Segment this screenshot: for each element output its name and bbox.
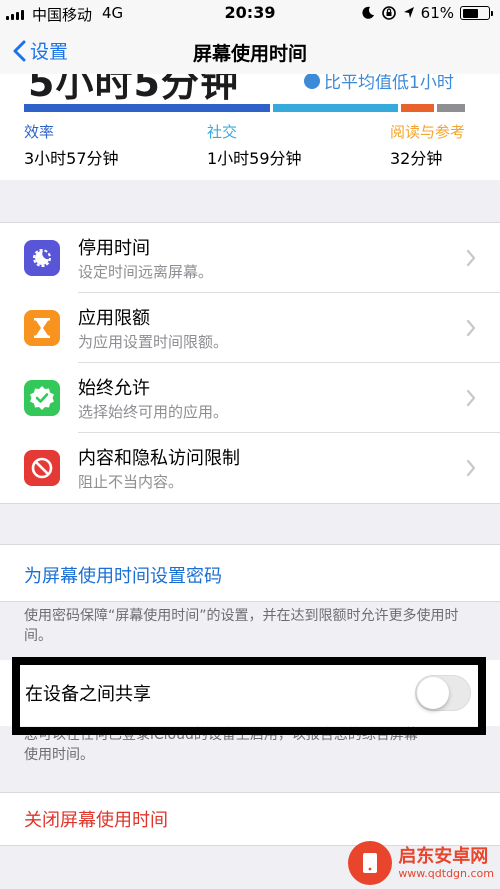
location-arrow-icon bbox=[403, 7, 414, 18]
no-entry-icon bbox=[24, 450, 60, 486]
usage-bar-segment bbox=[437, 104, 466, 112]
settings-item-content-privacy[interactable]: 内容和隐私访问限制 阻止不当内容。 bbox=[0, 433, 500, 503]
settings-item-title: 应用限额 bbox=[78, 308, 150, 329]
chevron-right-icon bbox=[466, 459, 476, 477]
settings-item-title: 始终允许 bbox=[78, 378, 150, 399]
settings-item-app-limits[interactable]: 应用限额 为应用设置时间限额。 bbox=[0, 293, 500, 363]
chevron-right-icon bbox=[466, 389, 476, 407]
average-comparison: 比平均值低1小时 bbox=[304, 74, 454, 93]
daily-total-headline: 5小时5分钟 bbox=[28, 74, 239, 105]
usage-summary[interactable]: 5小时5分钟 比平均值低1小时 效率 3小时57分钟 社交 1小时59分钟 阅读… bbox=[0, 74, 500, 180]
settings-item-subtitle: 选择始终可用的应用。 bbox=[78, 403, 229, 421]
share-across-devices-toggle[interactable] bbox=[415, 675, 471, 711]
downtime-icon bbox=[24, 240, 60, 276]
watermark-text: 启东安卓网 www.qdtdgn.com bbox=[398, 845, 494, 880]
category-value-reading: 32分钟 bbox=[390, 149, 443, 168]
settings-item-always-allowed[interactable]: 始终允许 选择始终可用的应用。 bbox=[0, 363, 500, 433]
page-title: 屏幕使用时间 bbox=[192, 43, 307, 65]
share-footnote-line2: 使用时间。 bbox=[24, 747, 94, 763]
category-label-reading: 阅读与参考 bbox=[390, 123, 466, 141]
chevron-right-icon bbox=[466, 249, 476, 267]
usage-bar-segment bbox=[24, 104, 271, 112]
category-label-social: 社交 bbox=[207, 123, 238, 141]
chevron-right-icon bbox=[466, 319, 476, 337]
settings-item-title: 停用时间 bbox=[78, 238, 150, 259]
battery-icon bbox=[460, 6, 493, 20]
passcode-footnote: 使用密码保障“屏幕使用时间”的设置，并在达到限额时允许更多使用时间。 bbox=[24, 608, 459, 644]
category-value-social: 1小时59分钟 bbox=[207, 149, 302, 168]
site-watermark: 启东安卓网 www.qdtdgn.com bbox=[348, 841, 494, 885]
settings-group: 停用时间 设定时间远离屏幕。 应用限额 为应用设置时间限额。 始终允许 选择始终… bbox=[0, 222, 500, 504]
watermark-name: 启东安卓网 bbox=[398, 845, 489, 867]
battery-fill bbox=[462, 8, 478, 18]
share-across-devices-label: 在设备之间共享 bbox=[25, 684, 151, 705]
watermark-url: www.qdtdgn.com bbox=[398, 866, 494, 880]
status-right-icons: 61% bbox=[361, 4, 493, 22]
set-passcode-link[interactable]: 为屏幕使用时间设置密码 bbox=[24, 562, 222, 588]
rotation-lock-icon bbox=[381, 6, 396, 20]
down-arrow-circle-icon bbox=[304, 74, 320, 89]
moon-icon bbox=[362, 6, 374, 19]
usage-bar-segment bbox=[401, 104, 435, 112]
hourglass-icon bbox=[24, 310, 60, 346]
settings-item-subtitle: 设定时间远离屏幕。 bbox=[78, 263, 214, 281]
settings-item-subtitle: 为应用设置时间限额。 bbox=[78, 333, 229, 351]
turn-off-screen-time-button[interactable]: 关闭屏幕使用时间 bbox=[24, 806, 168, 832]
status-bar: 中国移动 4G 20:39 61% bbox=[0, 0, 500, 30]
settings-item-downtime[interactable]: 停用时间 设定时间远离屏幕。 bbox=[0, 223, 500, 293]
average-comparison-text: 比平均值低1小时 bbox=[324, 74, 454, 93]
battery-percent: 61% bbox=[420, 4, 454, 22]
navigation-bar: 设置 屏幕使用时间 bbox=[0, 30, 500, 74]
toggle-knob bbox=[417, 677, 449, 709]
usage-bar-segment bbox=[273, 104, 399, 112]
settings-item-title: 内容和隐私访问限制 bbox=[78, 448, 240, 469]
watermark-logo-icon bbox=[348, 841, 393, 885]
category-value-productivity: 3小时57分钟 bbox=[24, 149, 119, 168]
settings-item-subtitle: 阻止不当内容。 bbox=[78, 473, 184, 491]
category-label-productivity: 效率 bbox=[24, 123, 55, 141]
checkmark-badge-icon bbox=[24, 380, 60, 416]
